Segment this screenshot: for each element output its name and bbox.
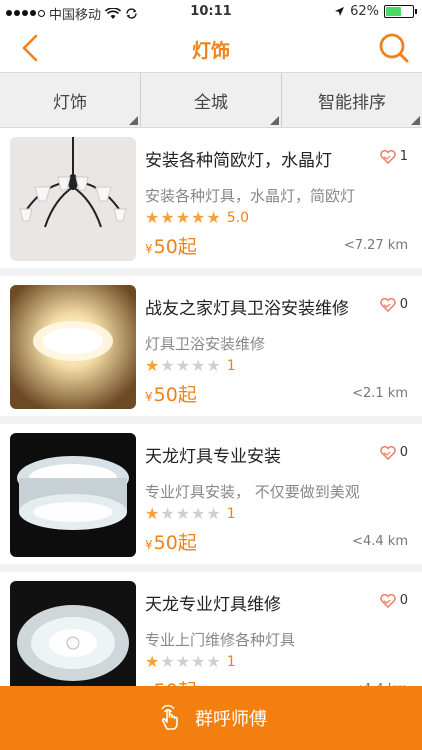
- item-price: ¥50起: [145, 380, 197, 407]
- item-price: ¥50起: [145, 232, 197, 259]
- filter-sort[interactable]: 智能排序: [282, 73, 422, 127]
- star-icon: ★: [145, 652, 160, 671]
- battery-fill: [386, 7, 401, 16]
- location-arrow-icon: [335, 7, 345, 16]
- rating-score: 1: [226, 505, 236, 522]
- handshake-heart-icon: [380, 149, 396, 164]
- rating-stars: ★ ★ ★ ★ ★ 5.0: [145, 208, 249, 227]
- crystal-chandelier-photo: [10, 433, 136, 557]
- page-title: 灯饰: [191, 40, 230, 62]
- price-value: 50起: [153, 532, 197, 554]
- filter-area[interactable]: 全城: [141, 73, 282, 127]
- star-icon: ★: [206, 356, 221, 375]
- handshake-heart-icon: [380, 445, 396, 460]
- status-bar: 中国移动 10:11 62%: [0, 0, 422, 24]
- chandelier-photo: [10, 137, 136, 261]
- item-title: 安装各种简欧灯，水晶灯: [145, 151, 332, 171]
- group-call-label: 群呼师傅: [195, 709, 267, 730]
- star-icon: ★: [175, 652, 191, 671]
- list-item[interactable]: 天龙灯具专业安装 0 专业灯具安装， 不仅要做到美观 ★ ★ ★ ★ ★ 1 ¥…: [0, 424, 422, 564]
- star-icon: ★: [145, 208, 160, 227]
- star-icon: ★: [160, 356, 175, 375]
- handshake-heart-icon: [380, 297, 396, 312]
- filter-bar: 灯饰 全城 智能排序: [0, 72, 422, 128]
- rating-score: 1: [226, 357, 236, 374]
- list-item[interactable]: 安装各种简欧灯，水晶灯 1 安装各种灯具，水晶灯，简欧灯 ★ ★ ★ ★ ★ 5…: [0, 128, 422, 268]
- tap-hand-icon: [161, 704, 178, 730]
- dropdown-triangle-icon: [129, 116, 138, 125]
- search-icon[interactable]: [376, 30, 412, 66]
- service-list: 安装各种简欧灯，水晶灯 1 安装各种灯具，水晶灯，简欧灯 ★ ★ ★ ★ ★ 5…: [0, 128, 422, 720]
- price-value: 50起: [153, 384, 197, 406]
- item-distance: <4.4 km: [352, 534, 408, 549]
- rating-stars: ★ ★ ★ ★ ★ 1: [145, 356, 236, 375]
- filter-sort-label: 智能排序: [318, 92, 386, 113]
- star-icon: ★: [160, 208, 175, 227]
- item-description: 专业灯具安装， 不仅要做到美观: [145, 483, 360, 501]
- favorite-count-value: 1: [399, 149, 408, 164]
- battery-icon: [384, 5, 417, 18]
- item-price: ¥50起: [145, 528, 197, 555]
- favorite-count-value: 0: [399, 445, 408, 460]
- item-description: 安装各种灯具，水晶灯，简欧灯: [145, 187, 356, 205]
- favorite-count[interactable]: 0: [380, 297, 408, 312]
- nav-bar: 灯饰: [0, 24, 422, 72]
- rating-stars: ★ ★ ★ ★ ★ 1: [145, 652, 236, 671]
- star-icon: ★: [191, 652, 206, 671]
- star-icon: ★: [191, 504, 206, 523]
- item-distance: <7.27 km: [343, 238, 408, 253]
- star-icon: ★: [191, 208, 206, 227]
- rating-score: 5.0: [226, 209, 249, 226]
- item-description: 灯具卫浴安装维修: [145, 335, 266, 353]
- currency-symbol: ¥: [145, 390, 153, 404]
- star-icon: ★: [145, 504, 160, 523]
- favorite-count[interactable]: 0: [380, 593, 408, 608]
- group-call-button[interactable]: 群呼师傅: [0, 686, 422, 750]
- star-icon: ★: [206, 208, 221, 227]
- star-icon: ★: [206, 652, 221, 671]
- filter-category[interactable]: 灯饰: [0, 73, 141, 127]
- item-title: 天龙灯具专业安装: [145, 447, 281, 467]
- star-icon: ★: [175, 356, 191, 375]
- dropdown-triangle-icon: [270, 116, 279, 125]
- favorite-count[interactable]: 0: [380, 445, 408, 460]
- item-title: 战友之家灯具卫浴安装维修: [145, 299, 349, 319]
- filter-category-label: 灯饰: [53, 92, 87, 113]
- favorite-count[interactable]: 1: [380, 149, 408, 164]
- item-distance: <2.1 km: [352, 386, 408, 401]
- star-icon: ★: [206, 504, 221, 523]
- item-title: 天龙专业灯具维修: [145, 595, 281, 615]
- star-icon: ★: [145, 356, 160, 375]
- list-item[interactable]: 战友之家灯具卫浴安装维修 0 灯具卫浴安装维修 ★ ★ ★ ★ ★ 1 ¥50起…: [0, 276, 422, 416]
- star-icon: ★: [175, 504, 191, 523]
- item-description: 专业上门维修各种灯具: [145, 631, 296, 649]
- handshake-heart-icon: [380, 593, 396, 608]
- rating-stars: ★ ★ ★ ★ ★ 1: [145, 504, 236, 523]
- rating-score: 1: [226, 653, 236, 670]
- battery-percent: 62%: [350, 4, 379, 19]
- star-icon: ★: [160, 504, 175, 523]
- price-value: 50起: [153, 236, 197, 258]
- star-icon: ★: [191, 356, 206, 375]
- star-icon: ★: [175, 208, 191, 227]
- currency-symbol: ¥: [145, 242, 153, 256]
- currency-symbol: ¥: [145, 538, 153, 552]
- filter-area-label: 全城: [194, 92, 228, 113]
- favorite-count-value: 0: [399, 297, 408, 312]
- ceiling-lamp-photo: [10, 285, 136, 409]
- dropdown-triangle-icon: [411, 116, 420, 125]
- favorite-count-value: 0: [399, 593, 408, 608]
- star-icon: ★: [160, 652, 175, 671]
